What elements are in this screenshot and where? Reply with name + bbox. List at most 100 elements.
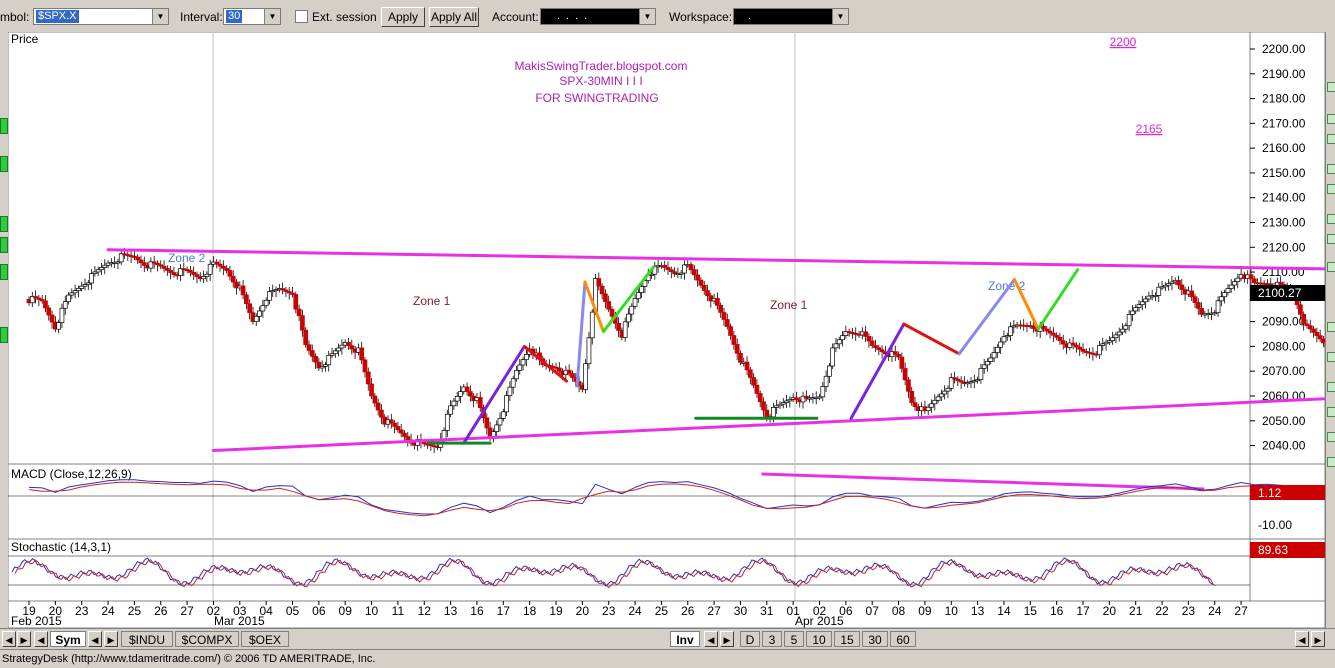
status-bar: StrategyDesk (http://www.tdameritrade.co… — [0, 649, 1335, 668]
candle — [841, 336, 845, 340]
candle — [297, 309, 301, 316]
drawing-tool-icon[interactable] — [0, 327, 8, 343]
zoom-icon[interactable] — [1327, 322, 1335, 332]
chevron-down-icon[interactable]: ▼ — [639, 9, 655, 24]
symbol-combo[interactable]: $SPX.X ▼ — [33, 8, 169, 25]
drawing-tool-icon[interactable] — [0, 237, 8, 253]
chevron-left-icon[interactable]: ◀ — [88, 631, 102, 647]
chevron-left-icon[interactable]: ◀ — [34, 631, 48, 647]
zoom-icon[interactable] — [1327, 382, 1335, 392]
candle — [333, 351, 337, 354]
zoom-icon[interactable] — [1327, 184, 1335, 194]
x-tick-label: 10 — [945, 604, 959, 618]
candle — [903, 368, 907, 379]
candle — [379, 410, 383, 417]
candle — [501, 412, 505, 419]
candle — [906, 380, 910, 391]
tab-interval[interactable]: 15 — [834, 631, 860, 647]
zoom-icon[interactable] — [1327, 164, 1335, 174]
target-label: 2165 — [1136, 122, 1163, 136]
zoom-icon[interactable] — [1327, 457, 1335, 467]
candle — [90, 274, 94, 283]
zoom-icon[interactable] — [1327, 262, 1335, 272]
chevron-left-icon[interactable]: ◀ — [1295, 631, 1309, 647]
candle — [699, 280, 703, 285]
apply-button[interactable]: Apply — [381, 7, 425, 27]
candle — [1144, 299, 1148, 302]
zoom-icon[interactable] — [1327, 214, 1335, 224]
interval-combo[interactable]: 30 ▼ — [223, 8, 281, 25]
zone-label: Zone 1 — [770, 298, 808, 312]
chevron-left-icon[interactable]: ◀ — [704, 631, 718, 647]
x-tick-label: 15 — [1024, 604, 1038, 618]
drawing-tool-icon[interactable] — [0, 216, 8, 232]
candle — [393, 423, 397, 426]
x-tick-label: 24 — [101, 604, 115, 618]
candle — [1117, 332, 1121, 335]
chevron-down-icon[interactable]: ▼ — [152, 9, 168, 24]
tab-sym[interactable]: Sym — [50, 631, 86, 647]
candle — [1312, 329, 1316, 332]
drawing-tool-icon[interactable] — [0, 156, 8, 172]
stochastic-title: Stochastic (14,3,1) — [11, 540, 111, 554]
candle — [63, 302, 67, 309]
tab-symbol[interactable]: $COMPX — [175, 631, 239, 647]
candle — [738, 353, 742, 362]
drawing-tool-icon[interactable] — [0, 118, 8, 134]
candle — [396, 426, 400, 429]
tab-interval[interactable]: 5 — [784, 631, 804, 647]
zoom-icon[interactable] — [1327, 234, 1335, 244]
symbol-label: mbol: — [0, 10, 29, 24]
zoom-icon[interactable] — [1327, 352, 1335, 362]
chevron-left-icon[interactable]: ◀ — [2, 631, 16, 647]
zoom-icon[interactable] — [1327, 82, 1335, 92]
tab-interval[interactable]: D — [740, 631, 760, 647]
chevron-right-icon[interactable]: ▶ — [104, 631, 118, 647]
candle — [1002, 337, 1006, 342]
tab-symbol[interactable]: $INDU — [121, 631, 173, 647]
x-tick-label: 16 — [1050, 604, 1064, 618]
zoom-icon[interactable] — [1327, 114, 1335, 124]
tab-interval[interactable]: 30 — [862, 631, 888, 647]
tab-inv[interactable]: Inv — [670, 631, 700, 647]
month-label: Apr 2015 — [795, 614, 844, 628]
apply-all-button[interactable]: Apply All — [429, 7, 479, 27]
zoom-icon[interactable] — [1327, 407, 1335, 417]
tab-interval[interactable]: 10 — [806, 631, 832, 647]
zoom-icon[interactable] — [1327, 432, 1335, 442]
candle — [511, 379, 515, 387]
workspace-value: . — [746, 10, 759, 23]
account-combo[interactable]: .... ▼ — [540, 8, 656, 25]
tab-symbol[interactable]: $OEX — [241, 631, 289, 647]
candle — [363, 360, 367, 372]
candle — [831, 348, 835, 366]
zoom-icon[interactable] — [1327, 134, 1335, 144]
candle — [340, 345, 344, 348]
candle — [1140, 302, 1144, 305]
chevron-down-icon[interactable]: ▼ — [264, 9, 280, 24]
candle — [824, 376, 828, 386]
status-text: StrategyDesk (http://www.tdameritrade.co… — [0, 653, 375, 665]
workspace-combo[interactable]: . ▼ — [733, 8, 849, 25]
ext-session-checkbox[interactable] — [295, 10, 308, 23]
candle — [304, 330, 308, 344]
y-tick-label: 2120.00 — [1262, 240, 1306, 254]
drawing-tool-icon[interactable] — [0, 264, 8, 280]
candle — [468, 392, 472, 397]
x-tick-label: 20 — [576, 604, 590, 618]
chart-area[interactable]: 2200.002190.002180.002170.002160.002150.… — [8, 32, 1325, 628]
candle — [228, 270, 232, 276]
tab-interval[interactable]: 60 — [890, 631, 916, 647]
x-tick-label: 25 — [655, 604, 669, 618]
chevron-down-icon[interactable]: ▼ — [832, 9, 848, 24]
x-tick-label: 09 — [918, 604, 932, 618]
candle — [1114, 335, 1118, 338]
chevron-right-icon[interactable]: ▶ — [720, 631, 734, 647]
tab-interval[interactable]: 3 — [762, 631, 782, 647]
x-tick-label: 14 — [997, 604, 1011, 618]
candle — [57, 323, 61, 330]
chevron-right-icon[interactable]: ▶ — [17, 631, 31, 647]
y-tick-label: 2180.00 — [1262, 92, 1306, 106]
candle — [1233, 282, 1237, 285]
chevron-right-icon[interactable]: ▶ — [1311, 631, 1325, 647]
